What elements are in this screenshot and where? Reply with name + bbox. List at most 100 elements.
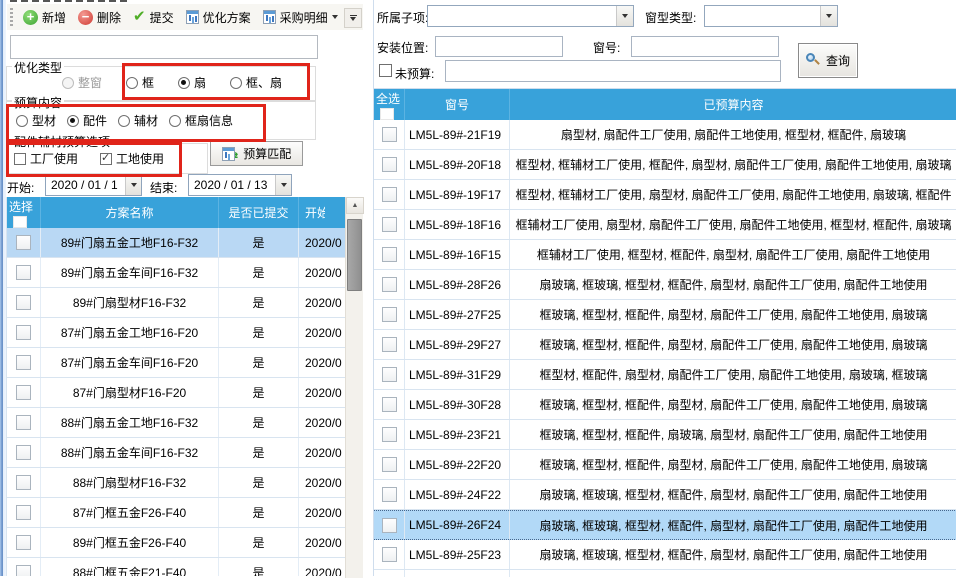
plan-table-row[interactable]: 87#门扇五金工地F16-F20 是 2020/0: [7, 318, 346, 348]
window-table-row[interactable]: LM5L-89#-23F21 框玻璃, 框型材, 框配件, 扇玻璃, 扇型材, …: [374, 420, 956, 450]
sub-item-select[interactable]: [427, 5, 634, 27]
window-no-cell: LM5L-89#-28F26: [405, 270, 510, 299]
row-checkbox[interactable]: [382, 337, 397, 352]
scroll-up-button[interactable]: ▲: [346, 197, 364, 214]
radio-option[interactable]: 整窗: [62, 74, 102, 91]
radio-option[interactable]: 框扇信息: [169, 112, 233, 129]
row-checkbox[interactable]: [16, 265, 31, 280]
radio-option[interactable]: 框: [126, 74, 154, 91]
scrollbar-thumb[interactable]: [347, 219, 362, 291]
caret-down-icon: [281, 183, 287, 187]
toolbar-overflow-button[interactable]: [344, 8, 362, 28]
accessory-options-checkbox-group: 工厂使用 工地使用: [14, 150, 186, 167]
optimize-plan-button[interactable]: 优化方案: [181, 7, 256, 28]
row-checkbox[interactable]: [16, 355, 31, 370]
window-table-row[interactable]: LM5L-89#-25F23 扇玻璃, 框玻璃, 框型材, 框配件, 扇型材, …: [374, 540, 956, 570]
spreadsheet-icon: [186, 10, 199, 24]
end-date-dropdown[interactable]: [275, 175, 291, 195]
window-table-row[interactable]: LM5L-89#-28F26 扇玻璃, 框玻璃, 框型材, 框配件, 扇型材, …: [374, 270, 956, 300]
row-checkbox[interactable]: [16, 295, 31, 310]
window-table-row[interactable]: LM5L-89#-18F16 框辅材工厂使用, 扇型材, 扇配件工厂使用, 扇配…: [374, 210, 956, 240]
submit-button[interactable]: ✔ 提交: [128, 7, 179, 28]
select-all-checkbox[interactable]: [13, 216, 27, 228]
query-button[interactable]: 查询: [798, 43, 858, 78]
row-checkbox[interactable]: [16, 565, 31, 576]
sub-item-label: 所属子项:: [377, 9, 428, 26]
row-checkbox[interactable]: [382, 247, 397, 262]
row-checkbox[interactable]: [16, 535, 31, 550]
row-checkbox[interactable]: [382, 127, 397, 142]
radio-option[interactable]: 框、扇: [230, 74, 282, 91]
radio-option[interactable]: 型材: [16, 112, 56, 129]
window-no-input[interactable]: [631, 36, 779, 57]
radio-option[interactable]: 扇: [178, 74, 206, 91]
row-checkbox[interactable]: [382, 397, 397, 412]
plan-table-row[interactable]: 89#门扇五金工地F16-F32 是 2020/0: [7, 228, 346, 258]
plan-table-row[interactable]: 87#门框五金F26-F40 是 2020/0: [7, 498, 346, 528]
window-header-window-no: 窗号: [405, 89, 510, 120]
radio-option[interactable]: 辅材: [118, 112, 158, 129]
plan-table-scrollbar[interactable]: ▲: [345, 197, 363, 578]
plan-table-row[interactable]: 88#门框五金F21-F40 是 2020/0: [7, 558, 346, 576]
delete-button[interactable]: − 删除: [73, 7, 126, 28]
window-table-row[interactable]: LM5L-89#-16F15 框辅材工厂使用, 框型材, 框配件, 扇型材, 扇…: [374, 240, 956, 270]
row-checkbox[interactable]: [16, 445, 31, 460]
plan-table-row[interactable]: 87#门扇五金车间F16-F20 是 2020/0: [7, 348, 346, 378]
row-checkbox[interactable]: [16, 505, 31, 520]
row-checkbox[interactable]: [382, 427, 397, 442]
window-table-row[interactable]: LM5L-89#-27F25 框玻璃, 框型材, 框配件, 扇型材, 扇配件工厂…: [374, 300, 956, 330]
add-button[interactable]: + 新增: [18, 7, 71, 28]
unbudgeted-input[interactable]: [445, 60, 781, 82]
sub-item-dropdown[interactable]: [616, 6, 633, 26]
window-table-row[interactable]: LM5L-89#-31F29 框型材, 框配件, 扇型材, 扇配件工厂使用, 扇…: [374, 360, 956, 390]
plan-name-input[interactable]: [10, 35, 318, 59]
budget-match-button[interactable]: ⇄ 预算匹配: [210, 141, 303, 166]
window-table-row[interactable]: LM5L-89#-26F24 扇玻璃, 框玻璃, 框型材, 框配件, 扇型材, …: [374, 510, 956, 540]
install-position-input[interactable]: [435, 36, 563, 57]
plan-table-row[interactable]: 88#门扇五金工地F16-F32 是 2020/0: [7, 408, 346, 438]
row-checkbox[interactable]: [382, 487, 397, 502]
window-type-dropdown[interactable]: [820, 6, 837, 26]
row-checkbox[interactable]: [382, 307, 397, 322]
row-checkbox[interactable]: [382, 367, 397, 382]
window-table-row[interactable]: LM5L-89#-30F28 框玻璃, 框型材, 框配件, 扇型材, 扇配件工厂…: [374, 390, 956, 420]
row-checkbox[interactable]: [382, 457, 397, 472]
select-all-checkbox[interactable]: [380, 108, 394, 120]
plan-table-row[interactable]: 88#门扇五金车间F16-F32 是 2020/0: [7, 438, 346, 468]
start-date-picker[interactable]: 2020 / 01 / 1: [45, 174, 142, 196]
plan-table-row[interactable]: 89#门框五金F26-F40 是 2020/0: [7, 528, 346, 558]
end-date-picker[interactable]: 2020 / 01 / 13: [188, 174, 292, 196]
row-checkbox[interactable]: [16, 385, 31, 400]
window-table-row[interactable]: LM5L-89#-24F22 扇玻璃, 框玻璃, 框型材, 框配件, 扇型材, …: [374, 480, 956, 510]
start-date-dropdown[interactable]: [125, 175, 141, 195]
row-checkbox[interactable]: [16, 475, 31, 490]
checkbox-option[interactable]: 工厂使用: [14, 150, 78, 167]
query-button-label: 查询: [826, 52, 850, 69]
plan-table-row[interactable]: 89#门扇五金车间F16-F32 是 2020/0: [7, 258, 346, 288]
unbudgeted-checkbox[interactable]: [379, 64, 392, 77]
window-table-row[interactable]: LM5L-89#-21F19 扇型材, 扇配件工厂使用, 扇配件工地使用, 框型…: [374, 120, 956, 150]
window-table-row[interactable]: LM5L-89#-29F27 框玻璃, 框型材, 框配件, 扇型材, 扇配件工厂…: [374, 330, 956, 360]
window-table-row[interactable]: LM5L-89#-20F18 框型材, 框辅材工厂使用, 框配件, 扇型材, 扇…: [374, 150, 956, 180]
row-checkbox[interactable]: [382, 157, 397, 172]
row-checkbox[interactable]: [382, 217, 397, 232]
row-checkbox[interactable]: [16, 415, 31, 430]
window-type-select[interactable]: [704, 5, 838, 27]
row-checkbox[interactable]: [16, 325, 31, 340]
purchase-detail-button[interactable]: 采购明细: [258, 7, 343, 28]
plan-header-submitted: 是否已提交: [219, 197, 299, 228]
radio-option[interactable]: 配件: [67, 112, 107, 129]
plan-table-row[interactable]: 89#门扇型材F16-F32 是 2020/0: [7, 288, 346, 318]
budgeted-content-cell: 扇玻璃, 框玻璃, 框型材, 框配件, 扇型材, 扇配件工厂使用, 扇配件工地使…: [510, 480, 956, 509]
row-checkbox[interactable]: [382, 547, 397, 562]
checkbox-option[interactable]: 工地使用: [100, 150, 164, 167]
plan-table-row[interactable]: 87#门扇型材F16-F20 是 2020/0: [7, 378, 346, 408]
plan-table-row[interactable]: 88#门扇型材F16-F32 是 2020/0: [7, 468, 346, 498]
row-checkbox[interactable]: [382, 277, 397, 292]
row-checkbox[interactable]: [382, 518, 397, 533]
window-table-row[interactable]: LM5L-89#-19F17 框型材, 框辅材工厂使用, 扇型材, 扇配件工厂使…: [374, 180, 956, 210]
row-checkbox[interactable]: [16, 235, 31, 250]
row-checkbox[interactable]: [382, 187, 397, 202]
toolbar-grip-handle[interactable]: [10, 8, 13, 26]
window-table-row[interactable]: LM5L-89#-22F20 框玻璃, 框型材, 框配件, 扇型材, 扇配件工厂…: [374, 450, 956, 480]
